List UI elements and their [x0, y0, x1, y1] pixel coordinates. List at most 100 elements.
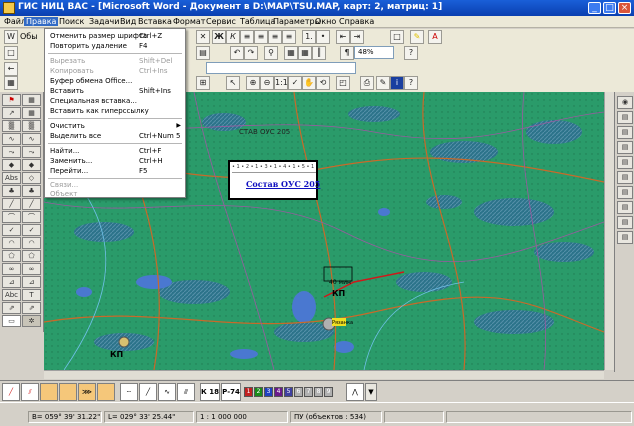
grid2-tool-icon[interactable]: ▦ — [22, 107, 41, 119]
horizontal-scrollbar[interactable] — [44, 370, 604, 379]
abs-tool-icon[interactable]: Abs — [2, 172, 21, 184]
flag-icon[interactable]: ⚑ — [2, 94, 21, 106]
wave-line-icon[interactable]: ∿ — [158, 383, 176, 401]
menu-item-paste[interactable]: Вставить Shift+Ins — [45, 86, 185, 96]
paste-icon[interactable]: ▤ — [196, 46, 210, 60]
paragraph-icon[interactable]: ¶ — [340, 46, 354, 60]
color-swatch-5[interactable]: 5 — [284, 387, 293, 397]
link2-tool-icon[interactable]: ∞ — [22, 263, 41, 275]
dash-line-icon[interactable]: ┄ — [120, 383, 138, 401]
orange-fill2-icon[interactable] — [59, 383, 77, 401]
align-center-icon[interactable]: ≡ — [254, 30, 268, 44]
menu-item-cut[interactable]: Вырезать Shift+Del — [45, 56, 185, 66]
font-color-icon[interactable]: A — [428, 30, 442, 44]
link-tool-icon[interactable]: ∞ — [2, 263, 21, 275]
abc-tool-icon[interactable]: Abc — [2, 289, 21, 301]
red-double-line-icon[interactable]: ⫽ — [21, 383, 39, 401]
map-tool-icon[interactable]: ⊞ — [196, 76, 210, 90]
text-frame-popup[interactable]: • 1 • 2 • 1 • 3 • 1 • 4 • 1 • 5 • 1 • 6 … — [228, 160, 320, 200]
line2-tool-icon[interactable]: ╱ — [22, 198, 41, 210]
menu-item-paste-hyperlink[interactable]: Вставить как гиперссылку — [45, 106, 185, 116]
pattern2-tool-icon[interactable]: ▒ — [22, 120, 41, 132]
minimize-button[interactable]: _ — [588, 2, 601, 14]
pencil-icon[interactable]: ✎ — [376, 76, 390, 90]
menu-help[interactable]: Справка — [337, 17, 376, 26]
frame-tool-icon[interactable]: ▭ — [2, 315, 21, 327]
tag-tool-icon[interactable]: ◇ — [22, 172, 41, 184]
poly2-tool-icon[interactable]: ⬠ — [22, 250, 41, 262]
color-swatch-3[interactable]: 3 — [264, 387, 273, 397]
route2-tool-icon[interactable]: ⤳ — [22, 146, 41, 158]
arrow-tool-icon[interactable]: ↗ — [2, 107, 21, 119]
menu-insert[interactable]: Вставка — [136, 17, 174, 26]
zoom-out-icon[interactable]: ⊖ — [260, 76, 274, 90]
menu-item-redo[interactable]: Повторить удаление F4 — [45, 41, 185, 51]
color-swatch-9[interactable]: 9 — [324, 387, 333, 397]
symbol-tool-icon[interactable]: ✲ — [22, 315, 41, 327]
graph-icon[interactable]: ⋀ — [346, 383, 364, 401]
zoom-in-icon[interactable]: ⊕ — [246, 76, 260, 90]
pattern-tool-icon[interactable]: ▒ — [2, 120, 21, 132]
point-tool-icon[interactable]: ◆ — [2, 159, 21, 171]
menu-service[interactable]: Сервис — [204, 17, 238, 26]
layer-icon[interactable]: ▤ — [617, 111, 633, 124]
check-icon[interactable]: ✓ — [288, 76, 302, 90]
justify-icon[interactable]: ≡ — [282, 30, 296, 44]
menu-window[interactable]: Окно — [313, 17, 338, 26]
help-icon[interactable]: ? — [404, 46, 418, 60]
menu-item-paste-special[interactable]: Специальная вставка... — [45, 96, 185, 106]
color-swatch-6[interactable]: 6 — [294, 387, 303, 397]
eye-icon[interactable]: ◉ — [617, 96, 633, 109]
poly-tool-icon[interactable]: ⬠ — [2, 250, 21, 262]
italic-button[interactable]: К — [226, 30, 240, 44]
layer6-icon[interactable]: ▤ — [617, 186, 633, 199]
columns-icon[interactable]: ║ — [312, 46, 326, 60]
menu-format[interactable]: Формат — [171, 17, 207, 26]
popup-link[interactable]: Состав ОУС 205 — [246, 179, 320, 189]
align-left-icon[interactable]: ≡ — [240, 30, 254, 44]
wave-tool-icon[interactable]: ∿ — [2, 133, 21, 145]
menu-item-undo[interactable]: Отменить размер шрифта Ctrl+Z — [45, 31, 185, 41]
zoom-select[interactable]: 48% — [354, 46, 394, 59]
line-tool-icon[interactable]: ╱ — [2, 198, 21, 210]
vertical-scrollbar[interactable] — [604, 92, 614, 370]
cancel-icon[interactable]: ✕ — [196, 30, 210, 44]
orange-fill3-icon[interactable] — [97, 383, 115, 401]
menu-item-replace[interactable]: Заменить... Ctrl+H — [45, 156, 185, 166]
hyperlink-icon[interactable]: ⚲ — [264, 46, 278, 60]
color-swatch-2[interactable]: 2 — [254, 387, 263, 397]
excel-table-icon[interactable]: ▦ — [298, 46, 312, 60]
text-tool-icon[interactable]: T — [22, 289, 41, 301]
zoom-1-1-icon[interactable]: 1:1 — [274, 76, 288, 90]
highlight-icon[interactable]: ✎ — [410, 30, 424, 44]
grid-tool-icon[interactable]: ▦ — [22, 94, 41, 106]
indent-icon[interactable]: ⇥ — [350, 30, 364, 44]
point2-tool-icon[interactable]: ◆ — [22, 159, 41, 171]
vector2-tool-icon[interactable]: ⇗ — [22, 302, 41, 314]
maximize-button[interactable]: □ — [603, 2, 616, 14]
layer8-icon[interactable]: ▤ — [617, 216, 633, 229]
print-icon[interactable]: ⎙ — [360, 76, 374, 90]
label-k18[interactable]: К 18 — [200, 383, 220, 401]
dropdown-arrow-icon[interactable]: ▼ — [365, 383, 377, 401]
layer4-icon[interactable]: ▤ — [617, 156, 633, 169]
font-combo[interactable] — [206, 62, 356, 74]
menu-item-goto[interactable]: Перейти... F5 — [45, 166, 185, 176]
menu-item-copy[interactable]: Копировать Ctrl+Ins — [45, 66, 185, 76]
new-document-icon[interactable]: □ — [4, 46, 18, 60]
arc-tool-icon[interactable]: ◠ — [2, 237, 21, 249]
color-swatch-4[interactable]: 4 — [274, 387, 283, 397]
back-icon[interactable]: ← — [4, 62, 18, 76]
info-icon[interactable]: i — [390, 76, 404, 90]
layers-icon[interactable]: ◰ — [336, 76, 350, 90]
rotate-icon[interactable]: ⟲ — [316, 76, 330, 90]
menu-edit[interactable]: Правка — [24, 17, 59, 26]
hand-icon[interactable]: ✋ — [302, 76, 316, 90]
measure-tool-icon[interactable]: ⊿ — [2, 276, 21, 288]
menu-item-select-all[interactable]: Выделить все Ctrl+Num 5 — [45, 131, 185, 141]
menu-search[interactable]: Поиск — [57, 17, 86, 26]
measure2-tool-icon[interactable]: ⊿ — [22, 276, 41, 288]
bold-button[interactable]: Ж — [212, 30, 226, 44]
wave2-tool-icon[interactable]: ∿ — [22, 133, 41, 145]
align-right-icon[interactable]: ≡ — [268, 30, 282, 44]
